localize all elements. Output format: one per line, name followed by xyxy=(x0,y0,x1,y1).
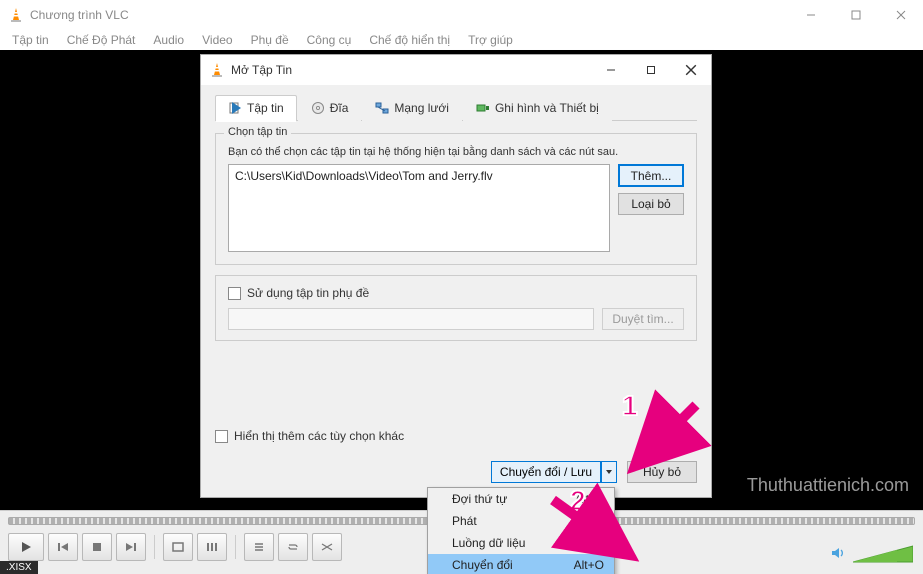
file-list[interactable]: C:\Users\Kid\Downloads\Video\Tom and Jer… xyxy=(228,164,610,252)
shuffle-button[interactable] xyxy=(312,533,342,561)
checkbox-label: Hiển thị thêm các tùy chọn khác xyxy=(234,429,404,443)
disc-icon xyxy=(311,101,325,115)
close-button[interactable] xyxy=(878,0,923,30)
menubar: Tập tin Chế Độ Phát Audio Video Phụ đề C… xyxy=(0,30,923,50)
menu-help[interactable]: Trợ giúp xyxy=(460,30,521,50)
titlebar: Chương trình VLC xyxy=(0,0,923,30)
show-more-options-checkbox[interactable]: Hiển thị thêm các tùy chọn khác xyxy=(215,429,404,443)
tab-capture[interactable]: Ghi hình và Thiết bị xyxy=(463,95,612,121)
browse-subtitle-button: Duyệt tìm... xyxy=(602,308,684,330)
file-icon xyxy=(228,101,242,115)
annotation-arrow-1 xyxy=(636,400,716,483)
source-tabs: Tập tin Đĩa Mạng lưới Ghi hình và Thiết … xyxy=(215,95,697,121)
tab-file[interactable]: Tập tin xyxy=(215,95,297,121)
menu-video[interactable]: Video xyxy=(194,30,240,50)
dialog-close-button[interactable] xyxy=(671,55,711,85)
prev-button[interactable] xyxy=(48,533,78,561)
dropdown-toggle[interactable] xyxy=(601,461,617,483)
menu-audio[interactable]: Audio xyxy=(145,30,192,50)
tab-network[interactable]: Mạng lưới xyxy=(362,95,462,121)
use-subtitle-checkbox[interactable]: Sử dụng tập tin phụ đề xyxy=(228,286,684,300)
dialog-minimize-button[interactable] xyxy=(591,55,631,85)
annotation-arrow-2 xyxy=(548,495,638,568)
tab-label: Đĩa xyxy=(330,101,349,115)
capture-icon xyxy=(476,101,490,115)
vlc-cone-icon xyxy=(209,62,225,78)
file-list-item[interactable]: C:\Users\Kid\Downloads\Video\Tom and Jer… xyxy=(235,169,603,183)
menu-playback[interactable]: Chế Độ Phát xyxy=(59,30,144,50)
dialog-maximize-button[interactable] xyxy=(631,55,671,85)
taskbar-fragment: .XISX xyxy=(0,561,38,574)
checkbox-icon xyxy=(228,287,241,300)
window-title: Chương trình VLC xyxy=(30,8,788,22)
checkbox-label: Sử dụng tập tin phụ đề xyxy=(247,286,369,300)
file-selection-group: Chọn tập tin Bạn có thể chọn các tập tin… xyxy=(215,133,697,265)
network-icon xyxy=(375,101,389,115)
volume-control[interactable] xyxy=(831,544,913,564)
group-title: Chọn tập tin xyxy=(224,126,291,138)
dialog-titlebar: Mở Tập Tin xyxy=(201,55,711,85)
vlc-main-window: Chương trình VLC Tập tin Chế Độ Phát Aud… xyxy=(0,0,923,574)
menu-view[interactable]: Chế độ hiển thị xyxy=(361,30,458,50)
stop-button[interactable] xyxy=(82,533,112,561)
tab-label: Tập tin xyxy=(247,101,284,115)
menu-subtitle[interactable]: Phụ đề xyxy=(243,30,297,50)
dialog-title: Mở Tập Tin xyxy=(231,63,591,77)
convert-save-label[interactable]: Chuyển đổi / Lưu xyxy=(491,461,601,483)
loop-button[interactable] xyxy=(278,533,308,561)
convert-save-split-button[interactable]: Chuyển đổi / Lưu xyxy=(491,461,617,483)
next-button[interactable] xyxy=(116,533,146,561)
watermark-text: Thuthuattienich.com xyxy=(747,475,909,496)
volume-slider[interactable] xyxy=(853,544,913,564)
ext-settings-button[interactable] xyxy=(197,533,227,561)
maximize-button[interactable] xyxy=(833,0,878,30)
tab-disc[interactable]: Đĩa xyxy=(298,95,362,121)
menu-file[interactable]: Tập tin xyxy=(4,30,57,50)
tab-label: Ghi hình và Thiết bị xyxy=(495,101,599,115)
tab-label: Mạng lưới xyxy=(394,101,449,115)
subtitle-path-field xyxy=(228,308,594,330)
checkbox-icon xyxy=(215,430,228,443)
add-button[interactable]: Thêm... xyxy=(618,164,684,187)
playlist-button[interactable] xyxy=(244,533,274,561)
minimize-button[interactable] xyxy=(788,0,833,30)
fullscreen-button[interactable] xyxy=(163,533,193,561)
subtitle-group: Sử dụng tập tin phụ đề Duyệt tìm... xyxy=(215,275,697,341)
menu-tools[interactable]: Công cụ xyxy=(299,30,360,50)
remove-button[interactable]: Loại bỏ xyxy=(618,193,684,215)
play-button[interactable] xyxy=(8,533,44,561)
speaker-icon xyxy=(831,546,847,563)
hint-text: Bạn có thể chọn các tập tin tại hệ thống… xyxy=(228,146,684,158)
vlc-cone-icon xyxy=(8,7,24,23)
